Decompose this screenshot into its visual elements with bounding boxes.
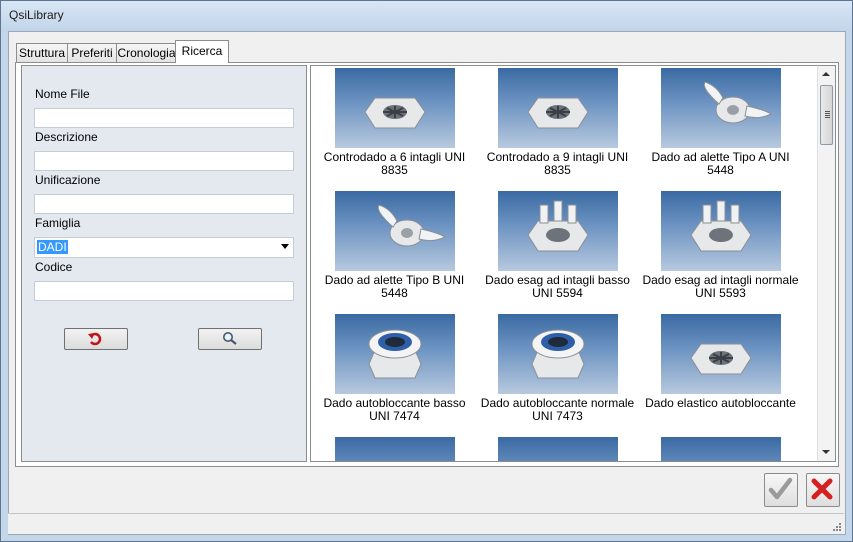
result-item[interactable]: Dado autobloccante normale UNI 7473 — [476, 314, 639, 434]
unificazione-input[interactable] — [34, 194, 294, 214]
nylon-locknut-low-icon[interactable] — [335, 314, 455, 394]
elastic-locknut-icon[interactable] — [661, 314, 781, 394]
results-grid: Controdado a 6 intagli UNI 8835 Controdad… — [310, 65, 819, 462]
reset-button[interactable] — [64, 328, 128, 350]
tab-struttura[interactable]: Struttura — [16, 43, 68, 62]
status-bar — [8, 513, 844, 534]
result-caption: Dado ad alette Tipo A UNI 5448 — [651, 150, 790, 177]
chevron-down-icon[interactable] — [281, 244, 289, 249]
red-x-icon — [811, 478, 833, 500]
dialog-client: Struttura Preferiti Cronologia Ricerca N… — [8, 31, 846, 535]
nut-thumbnail-icon[interactable] — [661, 437, 781, 461]
ok-button[interactable] — [764, 473, 798, 507]
tab-cronologia[interactable]: Cronologia — [116, 43, 177, 62]
scroll-down-icon[interactable] — [822, 450, 830, 454]
grip-line — [825, 111, 830, 112]
result-caption: Dado ad alette Tipo B UNI 5448 — [324, 273, 465, 300]
slotted-locknut-6-icon[interactable] — [335, 68, 455, 148]
search-tab-panel: Nome File Descrizione Unificazione Famig… — [15, 62, 839, 467]
result-item[interactable]: Dado esag ad intagli normale UNI 5593 — [639, 191, 802, 311]
result-caption: Dado esag ad intagli normale UNI 5593 — [642, 273, 799, 300]
scroll-thumb[interactable] — [820, 85, 833, 145]
result-caption: Dado esag ad intagli basso UNI 5594 — [485, 273, 630, 300]
result-caption: Dado autobloccante basso UNI 7474 — [323, 396, 466, 423]
wing-nut-a-icon[interactable] — [661, 68, 781, 148]
result-item[interactable]: Dado esag ad intagli basso UNI 5594 — [476, 191, 639, 311]
codice-label: Codice — [35, 260, 73, 274]
unificazione-label: Unificazione — [35, 173, 101, 187]
tab-preferiti[interactable]: Preferiti — [67, 43, 117, 62]
app-window: QsiLibrary Struttura Preferiti Cronologi… — [0, 0, 853, 542]
title-bar[interactable]: QsiLibrary — [1, 1, 852, 31]
result-item[interactable]: Dado ad alette Tipo A UNI 5448 — [639, 68, 802, 188]
result-item[interactable]: Dado ad alette Tipo B UNI 5448 — [313, 191, 476, 311]
wing-nut-b-icon[interactable] — [335, 191, 455, 271]
grip-line — [825, 113, 830, 114]
undo-arrow-icon — [88, 332, 102, 346]
result-item[interactable] — [476, 437, 639, 461]
castle-nut-normal-icon[interactable] — [661, 191, 781, 271]
famiglia-label: Famiglia — [35, 216, 81, 230]
window-title: QsiLibrary — [9, 8, 64, 22]
result-item[interactable]: Dado elastico autobloccante — [639, 314, 802, 434]
codice-input[interactable] — [34, 281, 294, 301]
search-button[interactable] — [198, 328, 262, 350]
result-item[interactable] — [313, 437, 476, 461]
result-caption: Dado autobloccante normale UNI 7473 — [480, 396, 635, 423]
results-scrollbar[interactable] — [817, 65, 836, 462]
result-item[interactable]: Controdado a 6 intagli UNI 8835 — [313, 68, 476, 188]
cancel-button[interactable] — [806, 473, 840, 507]
descrizione-label: Descrizione — [35, 130, 98, 144]
castle-nut-low-icon[interactable] — [498, 191, 618, 271]
grip-line — [825, 115, 830, 116]
descrizione-input[interactable] — [34, 151, 294, 171]
tab-ricerca[interactable]: Ricerca — [175, 40, 229, 63]
result-caption: Dado elastico autobloccante — [645, 396, 796, 410]
resize-grip-icon[interactable] — [832, 522, 842, 532]
nome-file-input[interactable] — [34, 108, 294, 128]
grip-line — [825, 117, 830, 118]
result-caption: Controdado a 6 intagli UNI 8835 — [323, 150, 466, 177]
result-item[interactable] — [639, 437, 802, 461]
famiglia-selected-value: DADI — [37, 240, 68, 254]
nut-thumbnail-icon[interactable] — [335, 437, 455, 461]
result-item[interactable]: Dado autobloccante basso UNI 7474 — [313, 314, 476, 434]
magnifier-icon — [223, 332, 237, 345]
result-item[interactable]: Controdado a 9 intagli UNI 8835 — [476, 68, 639, 188]
famiglia-select[interactable]: DADI — [34, 237, 294, 258]
nylon-locknut-normal-icon[interactable] — [498, 314, 618, 394]
result-caption: Controdado a 9 intagli UNI 8835 — [486, 150, 629, 177]
slotted-locknut-9-icon[interactable] — [498, 68, 618, 148]
checkmark-icon — [768, 477, 793, 500]
search-form-panel: Nome File Descrizione Unificazione Famig… — [21, 65, 307, 462]
nut-thumbnail-icon[interactable] — [498, 437, 618, 461]
scroll-up-icon[interactable] — [822, 72, 830, 76]
nome-file-label: Nome File — [35, 87, 90, 101]
